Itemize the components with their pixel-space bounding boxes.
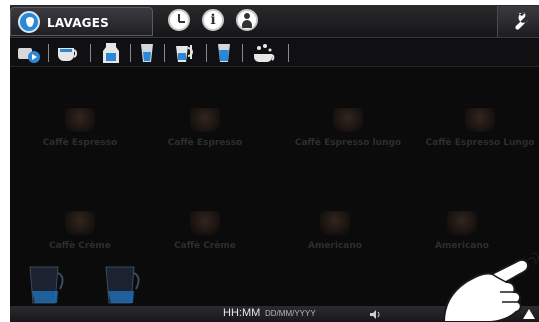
speaker-icon[interactable] — [370, 310, 382, 319]
drink-label: Caffè Espresso lungo — [294, 138, 402, 148]
date-display: DD/MM/YYYY — [265, 309, 316, 318]
drink-caffe-creme-1[interactable]: Caffè Crème — [20, 211, 140, 271]
glass-cup-icon — [320, 211, 350, 235]
espresso-cup-icon — [333, 108, 363, 132]
espresso-cup-icon — [65, 108, 95, 132]
drink-label: Caffè Crème — [174, 241, 236, 251]
separator — [90, 44, 91, 62]
drink-caffe-espresso-lungo-1[interactable]: Caffè Espresso lungo — [288, 108, 408, 168]
drink-caffe-espresso-1[interactable]: Caffè Espresso — [20, 108, 140, 168]
settings-button[interactable] — [497, 6, 539, 37]
separator — [48, 44, 49, 62]
drink-caffe-espresso-lungo-2[interactable]: Caffè Espresso Lungo — [420, 108, 539, 168]
jug-icon — [105, 266, 140, 304]
separator — [288, 44, 289, 62]
coffee-pods-icon[interactable] — [16, 42, 42, 64]
drink-label: Americano — [435, 241, 489, 251]
separator — [130, 44, 131, 62]
glass-icon[interactable] — [138, 42, 156, 64]
glass-cup-icon — [447, 211, 477, 235]
separator — [164, 44, 165, 62]
coffee-cup-icon — [65, 211, 95, 235]
espresso-cup-icon — [190, 108, 220, 132]
tab-lavages[interactable]: LAVAGES — [10, 7, 153, 36]
cleaning-icon[interactable] — [250, 42, 280, 64]
tab-lavages-label: LAVAGES — [47, 16, 109, 30]
water-glass-icon[interactable] — [215, 42, 233, 64]
category-bar — [10, 39, 539, 67]
drink-label: Caffè Espresso — [42, 138, 118, 148]
water-drop-icon — [18, 11, 40, 33]
drink-americano-1[interactable]: Americano — [275, 211, 395, 271]
clock-icon[interactable] — [168, 9, 190, 31]
drink-label: Americano — [308, 241, 362, 251]
milk-carton-icon[interactable] — [100, 42, 122, 64]
coffee-cup-icon — [190, 211, 220, 235]
top-tab-bar: LAVAGES — [10, 5, 539, 38]
drink-label: Caffè Espresso — [167, 138, 243, 148]
jug-icon — [29, 266, 64, 304]
cup-icon[interactable] — [55, 42, 83, 64]
drink-label: Caffè Espresso Lungo — [425, 138, 535, 148]
info-icon[interactable] — [202, 9, 224, 31]
drink-caffe-espresso-2[interactable]: Caffè Espresso — [145, 108, 265, 168]
pointing-hand-icon — [443, 252, 539, 322]
separator — [206, 44, 207, 62]
wrench-icon — [515, 12, 528, 30]
drink-label: Caffè Crème — [49, 241, 111, 251]
separator — [242, 44, 243, 62]
milk-pitcher-icon[interactable] — [172, 42, 198, 64]
espresso-cup-icon — [465, 108, 495, 132]
time-display: HH:MM — [223, 307, 261, 319]
person-icon[interactable] — [236, 9, 258, 31]
drink-caffe-creme-2[interactable]: Caffè Crème — [145, 211, 265, 271]
